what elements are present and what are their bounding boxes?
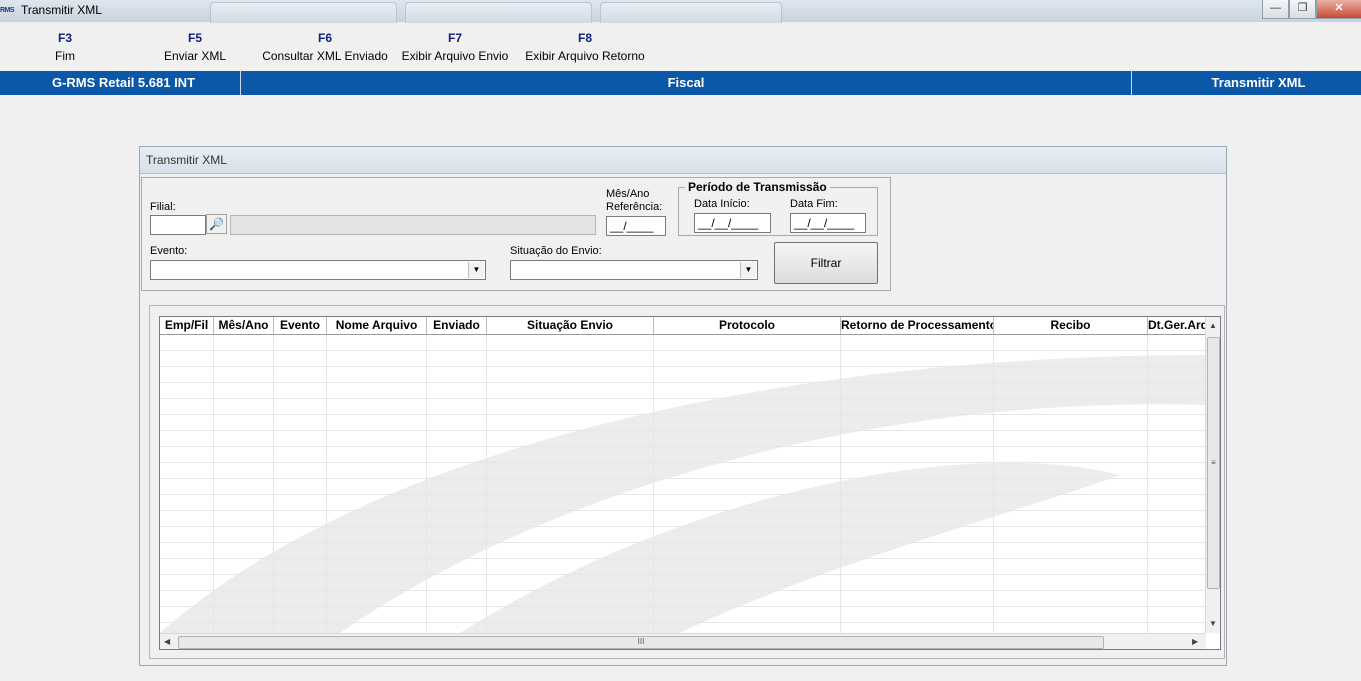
filial-description-field (230, 215, 596, 235)
toolbar-label: Consultar XML Enviado (262, 49, 388, 63)
binoculars-icon[interactable]: 🔎 (206, 214, 227, 234)
column-divider (426, 335, 427, 633)
filial-label: Filial: (150, 201, 176, 213)
column-divider (653, 335, 654, 633)
column-header-recibo[interactable]: Recibo (994, 317, 1148, 334)
column-divider (840, 335, 841, 633)
column-divider (1147, 335, 1148, 633)
function-key-toolbar: F3 Fim F5 Enviar XML F6 Consultar XML En… (0, 24, 1361, 70)
screen-name: Transmitir XML (1211, 75, 1306, 90)
minimize-button[interactable]: — (1262, 0, 1289, 19)
app-logo-icon: RMS (0, 7, 15, 14)
mes-ano-label: Mês/Ano (606, 188, 650, 200)
product-version: G-RMS Retail 5.681 INT (51, 75, 196, 90)
column-divider (213, 335, 214, 633)
column-header-dt-ger-arq[interactable]: Dt.Ger.Arq (1148, 317, 1206, 334)
chevron-down-icon[interactable]: ▼ (468, 262, 484, 278)
shortcut-key: F7 (447, 31, 462, 45)
restore-button[interactable]: ❐ (1289, 0, 1316, 19)
vertical-scrollbar[interactable]: ▲ ≡ ▼ (1205, 317, 1220, 633)
column-header-retorno-processamento[interactable]: Retorno de Processamento (841, 317, 994, 334)
evento-select[interactable]: ▼ (150, 260, 486, 280)
module-name: Fiscal (667, 75, 705, 90)
toolbar-label: Enviar XML (163, 49, 227, 63)
evento-label: Evento: (150, 245, 188, 257)
shortcut-key: F5 (187, 31, 202, 45)
context-header-bar: G-RMS Retail 5.681 INT Fiscal Transmitir… (0, 71, 1361, 95)
column-header-nome-arquivo[interactable]: Nome Arquivo (327, 317, 427, 334)
scroll-up-icon[interactable]: ▲ (1209, 321, 1217, 330)
data-inicio-input[interactable]: __/__/____ (694, 213, 771, 233)
divider (1131, 71, 1132, 95)
chevron-down-icon[interactable]: ▼ (740, 262, 756, 278)
filial-input[interactable] (150, 215, 206, 235)
shortcut-key: F8 (577, 31, 592, 45)
column-header-mes-ano[interactable]: Mês/Ano (214, 317, 274, 334)
toolbar-label: Exibir Arquivo Envio (401, 49, 509, 63)
mes-ano-input[interactable]: __/____ (606, 216, 666, 236)
shortcut-key: F6 (317, 31, 332, 45)
column-header-evento[interactable]: Evento (274, 317, 327, 334)
window-title: Transmitir XML (21, 3, 102, 17)
xml-grid: Emp/Fil Mês/Ano Evento Nome Arquivo Envi… (159, 316, 1221, 650)
toolbar-consultar-xml-button[interactable]: F6 Consultar XML Enviado (260, 24, 390, 68)
data-fim-label: Data Fim: (790, 198, 838, 210)
column-header-emp-fil[interactable]: Emp/Fil (160, 317, 214, 334)
horizontal-scrollbar[interactable]: ◀ III ▶ (160, 633, 1206, 649)
scroll-right-icon[interactable]: ▶ (1192, 637, 1198, 646)
toolbar-exibir-retorno-button[interactable]: F8 Exibir Arquivo Retorno (522, 24, 648, 68)
scroll-left-icon[interactable]: ◀ (164, 637, 170, 646)
situacao-envio-label: Situação do Envio: (510, 245, 602, 257)
data-fim-input[interactable]: __/__/____ (790, 213, 866, 233)
filtrar-button[interactable]: Filtrar (774, 242, 878, 284)
toolbar-enviar-xml-button[interactable]: F5 Enviar XML (155, 24, 235, 68)
situacao-envio-select[interactable]: ▼ (510, 260, 758, 280)
column-divider (273, 335, 274, 633)
panel-title: Transmitir XML (146, 153, 227, 167)
shortcut-key: F3 (57, 31, 72, 45)
grid-rows (160, 335, 1206, 633)
column-header-enviado[interactable]: Enviado (427, 317, 487, 334)
column-divider (993, 335, 994, 633)
background-tab (405, 2, 592, 23)
toolbar-exibir-envio-button[interactable]: F7 Exibir Arquivo Envio (400, 24, 510, 68)
horizontal-scroll-thumb[interactable]: III (178, 636, 1104, 649)
scroll-down-icon[interactable]: ▼ (1209, 619, 1217, 628)
column-header-situacao-envio[interactable]: Situação Envio (487, 317, 654, 334)
close-button[interactable]: ✕ (1316, 0, 1361, 19)
panel-title-bar: Transmitir XML (140, 147, 1226, 174)
vertical-scroll-thumb[interactable]: ≡ (1207, 337, 1220, 589)
title-bar: RMS Transmitir XML — ❐ ✕ (0, 0, 1361, 23)
referencia-label: Referência: (606, 201, 663, 213)
background-tab (210, 2, 397, 23)
column-divider (326, 335, 327, 633)
periodo-transmissao-legend: Período de Transmissão (685, 180, 830, 194)
grid-header: Emp/Fil Mês/Ano Evento Nome Arquivo Envi… (160, 317, 1206, 335)
data-inicio-label: Data Início: (694, 198, 750, 210)
toolbar-label: Fim (55, 49, 75, 63)
toolbar-label: Exibir Arquivo Retorno (525, 49, 645, 63)
background-tab (600, 2, 782, 23)
toolbar-fim-button[interactable]: F3 Fim (40, 24, 90, 68)
column-divider (486, 335, 487, 633)
column-header-protocolo[interactable]: Protocolo (654, 317, 841, 334)
